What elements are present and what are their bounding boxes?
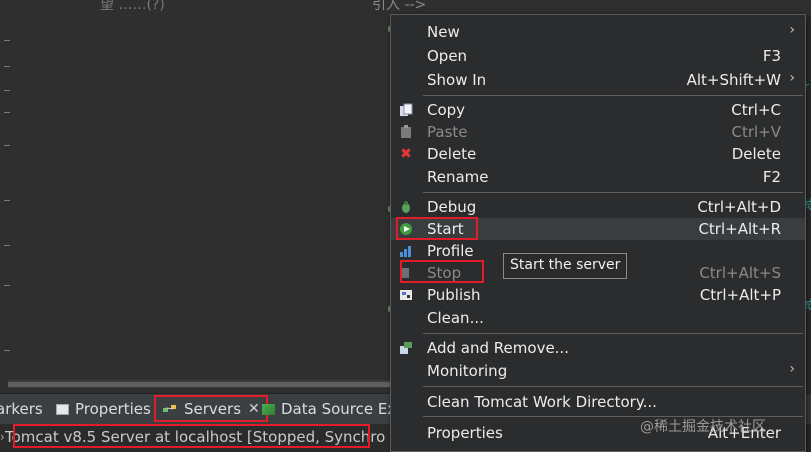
gutter-marker xyxy=(4,245,10,246)
highlight-box-server-entry xyxy=(13,424,370,448)
menu-item-show-in[interactable]: Show In Alt+Shift+W › xyxy=(391,69,805,91)
tab-servers[interactable]: Servers ✕ xyxy=(154,395,268,422)
publish-icon xyxy=(399,288,413,302)
add-remove-icon xyxy=(399,341,413,355)
gutter-marker xyxy=(4,90,10,91)
menu-item-monitoring[interactable]: Monitoring › xyxy=(391,360,805,382)
tab-label: Servers xyxy=(184,399,242,418)
gutter-marker xyxy=(4,350,10,351)
data-source-icon xyxy=(262,403,275,415)
watermark: @稀土掘金技术社区 xyxy=(640,419,766,435)
menu-separator xyxy=(423,192,803,193)
editor-top-comment: 引入 --> xyxy=(372,0,427,13)
menu-item-add-and-remove[interactable]: Add and Remove... xyxy=(391,337,805,359)
tab-markers[interactable]: arkers xyxy=(0,394,43,424)
menu-item-rename[interactable]: Rename F2 xyxy=(391,166,805,188)
close-icon[interactable]: ✕ xyxy=(248,401,260,417)
tab-data-source-explorer[interactable]: Data Source Ex xyxy=(262,394,396,424)
profile-icon xyxy=(399,244,413,258)
tab-label: arkers xyxy=(0,400,43,418)
menu-item-paste[interactable]: Paste Ctrl+V xyxy=(391,121,805,143)
servers-icon xyxy=(163,404,176,412)
delete-icon: ✖ xyxy=(400,146,412,162)
chevron-right-icon: › xyxy=(789,70,795,86)
menu-item-new[interactable]: New › xyxy=(391,21,805,43)
menu-item-debug[interactable]: Debug Ctrl+Alt+D xyxy=(391,196,805,218)
menu-item-clean-tomcat-work-directory[interactable]: Clean Tomcat Work Directory... xyxy=(391,391,805,413)
horizontal-scrollbar[interactable] xyxy=(8,380,392,388)
gutter-marker xyxy=(4,40,10,41)
tab-label: Properties xyxy=(75,400,151,418)
menu-item-publish[interactable]: Publish Ctrl+Alt+P xyxy=(391,284,805,306)
gutter-marker xyxy=(4,285,10,286)
menu-item-copy[interactable]: Copy Ctrl+C xyxy=(391,99,805,121)
copy-icon xyxy=(399,103,413,117)
editor-top-text: 望 ……(?) xyxy=(100,0,165,13)
scrollbar-thumb[interactable] xyxy=(8,382,392,387)
menu-item-clean[interactable]: Clean... xyxy=(391,307,805,329)
tab-label: Data Source Ex xyxy=(281,400,397,418)
chevron-right-icon: › xyxy=(789,22,795,38)
tooltip: Start the server xyxy=(503,253,628,279)
menu-item-delete[interactable]: ✖ Delete Delete xyxy=(391,143,805,165)
menu-separator xyxy=(423,95,803,96)
gutter-marker xyxy=(4,112,10,113)
properties-icon xyxy=(56,403,69,415)
menu-separator xyxy=(423,386,803,387)
tab-properties[interactable]: Properties xyxy=(56,394,151,424)
chevron-right-icon: › xyxy=(789,361,795,377)
menu-item-open[interactable]: Open F3 xyxy=(391,45,805,67)
paste-icon xyxy=(399,125,413,139)
gutter-marker xyxy=(4,145,10,146)
highlight-box-stop xyxy=(400,260,484,283)
menu-separator xyxy=(423,333,803,334)
highlight-box-start xyxy=(396,217,478,240)
debug-icon xyxy=(399,200,413,214)
gutter-marker xyxy=(4,66,10,67)
gutter-marker xyxy=(4,200,10,201)
